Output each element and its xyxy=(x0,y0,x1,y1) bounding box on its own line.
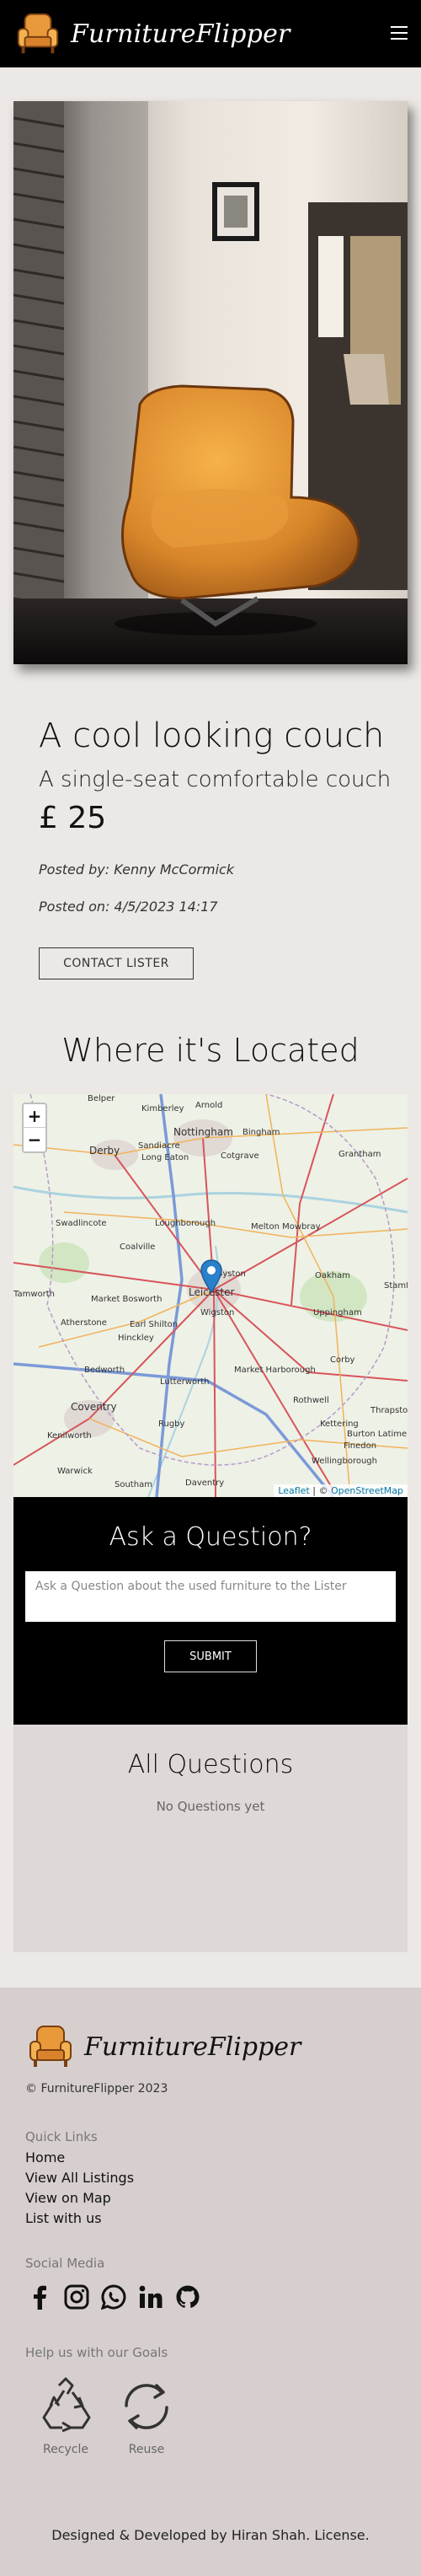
footer-brand[interactable]: FurnitureFlipper xyxy=(25,2021,301,2072)
armchair-logo-icon xyxy=(29,2026,72,2067)
place-label: Kettering xyxy=(320,1419,359,1429)
place-label: Rugby xyxy=(158,1419,185,1429)
place-label: Coventry xyxy=(71,1401,117,1413)
social-icons xyxy=(25,2283,202,2311)
footer-brand-name: FurnitureFlipper xyxy=(84,2031,301,2062)
leaflet-link[interactable]: Leaflet xyxy=(278,1485,309,1496)
place-label: Swadlincote xyxy=(56,1219,107,1228)
place-label: Derby xyxy=(89,1145,120,1157)
place-label: Market Harborough xyxy=(234,1366,316,1375)
brand-name: FurnitureFlipper xyxy=(71,19,290,49)
place-label: Burton Latimer xyxy=(347,1430,408,1439)
place-label: Melton Mowbray xyxy=(251,1222,321,1232)
listing-subtitle: A single-seat comfortable couch xyxy=(39,767,392,792)
instagram-icon[interactable] xyxy=(62,2283,91,2311)
goal-reuse-label: Reuse xyxy=(128,2443,165,2456)
footer-link-view-on-map[interactable]: View on Map xyxy=(25,2190,111,2206)
place-label: Thrapston xyxy=(370,1406,408,1415)
goal-recycle-label: Recycle xyxy=(43,2443,88,2456)
zoom-out-button[interactable]: − xyxy=(24,1128,45,1151)
place-label: Uppingham xyxy=(313,1308,362,1318)
footer-link-view-all-listings[interactable]: View All Listings xyxy=(25,2170,134,2186)
place-label: Kimberley xyxy=(141,1104,184,1114)
listing-photo xyxy=(13,101,408,664)
menu-toggle-icon[interactable] xyxy=(391,26,408,40)
contact-lister-button[interactable]: CONTACT LISTER xyxy=(39,947,194,979)
location-map[interactable]: Belper Kimberley Arnold Nottingham Bingh… xyxy=(13,1094,408,1497)
place-label: Kenilworth xyxy=(47,1431,92,1441)
ask-question-heading: Ask a Question? xyxy=(109,1522,312,1552)
linkedin-icon[interactable] xyxy=(136,2283,165,2311)
place-label: Hinckley xyxy=(118,1334,154,1343)
place-label: Belper xyxy=(88,1094,115,1103)
github-icon[interactable] xyxy=(173,2283,202,2311)
no-questions-text: No Questions yet xyxy=(156,1799,265,1814)
whatsapp-icon[interactable] xyxy=(99,2283,128,2311)
location-heading: Where it's Located xyxy=(61,1032,360,1069)
ask-question-section: Ask a Question? SUBMIT xyxy=(13,1497,408,1725)
question-input[interactable] xyxy=(25,1571,396,1622)
zoom-in-button[interactable]: + xyxy=(24,1104,45,1128)
place-label: Grantham xyxy=(338,1150,381,1159)
place-label: Corby xyxy=(330,1355,355,1365)
place-label: Long Eaton xyxy=(141,1153,189,1162)
footer-link-home[interactable]: Home xyxy=(25,2149,65,2165)
reuse-icon xyxy=(125,2384,168,2429)
armchair-logo-icon xyxy=(17,13,59,54)
listing-title: A cool looking couch xyxy=(39,716,385,755)
place-label: Warwick xyxy=(57,1467,93,1476)
listing-price: £ 25 xyxy=(39,801,107,835)
questions-heading: All Questions xyxy=(127,1750,294,1779)
place-label: Nottingham xyxy=(173,1126,233,1138)
place-label: Sandiacre xyxy=(138,1141,180,1151)
place-label: Bingham xyxy=(242,1128,280,1137)
location-marker-icon[interactable] xyxy=(200,1259,222,1293)
copyright: © FurnitureFlipper 2023 xyxy=(25,2082,168,2096)
attribution-separator: | © xyxy=(309,1485,331,1496)
goal-recycle: Recycle xyxy=(34,2375,98,2456)
map-attribution: Leaflet | © OpenStreetMap xyxy=(274,1484,408,1497)
place-label: Wigston xyxy=(200,1308,235,1318)
footer-link-list-with-us[interactable]: List with us xyxy=(25,2210,102,2226)
posted-by: Posted by: Kenny McCormick xyxy=(39,861,235,877)
openstreetmap-link[interactable]: OpenStreetMap xyxy=(331,1485,403,1496)
navbar: FurnitureFlipper xyxy=(0,0,421,67)
footer: FurnitureFlipper © FurnitureFlipper 2023… xyxy=(0,1988,421,2576)
questions-section: All Questions No Questions yet xyxy=(13,1725,408,1952)
recycle-icon xyxy=(42,2377,91,2433)
place-label: Oakham xyxy=(315,1271,350,1280)
quick-links-heading: Quick Links xyxy=(25,2129,98,2144)
goals-icons: Recycle Reuse xyxy=(34,2375,179,2456)
place-label: Rothwell xyxy=(293,1396,329,1405)
place-label: Finedon xyxy=(344,1441,377,1451)
place-label: Lutterworth xyxy=(160,1377,210,1387)
place-label: Earl Shilton xyxy=(130,1320,179,1329)
place-label: Atherstone xyxy=(61,1318,107,1328)
zoom-control: + − xyxy=(22,1103,47,1153)
submit-question-button[interactable]: SUBMIT xyxy=(164,1640,257,1672)
place-label: Market Bosworth xyxy=(91,1295,163,1304)
place-label: Tamworth xyxy=(13,1290,55,1299)
place-label: Bedworth xyxy=(84,1366,125,1375)
goals-heading: Help us with our Goals xyxy=(25,2345,168,2360)
place-label: Cotgrave xyxy=(221,1151,259,1161)
place-label: Daventry xyxy=(185,1479,225,1488)
place-label: Southam xyxy=(115,1480,152,1489)
place-label: Wellingborough xyxy=(312,1457,377,1466)
place-label: Loughborough xyxy=(155,1219,216,1228)
posted-on: Posted on: 4/5/2023 14:17 xyxy=(39,899,218,915)
place-label: Arnold xyxy=(195,1101,223,1110)
facebook-icon[interactable] xyxy=(25,2283,54,2311)
developer-credit: Designed & Developed by Hiran Shah. Lice… xyxy=(51,2527,370,2543)
place-label: Stamford xyxy=(384,1281,408,1291)
brand-home-link[interactable]: FurnitureFlipper xyxy=(13,9,290,58)
place-label: Coalville xyxy=(120,1242,156,1252)
goal-reuse: Reuse xyxy=(115,2375,179,2456)
social-media-heading: Social Media xyxy=(25,2256,105,2271)
